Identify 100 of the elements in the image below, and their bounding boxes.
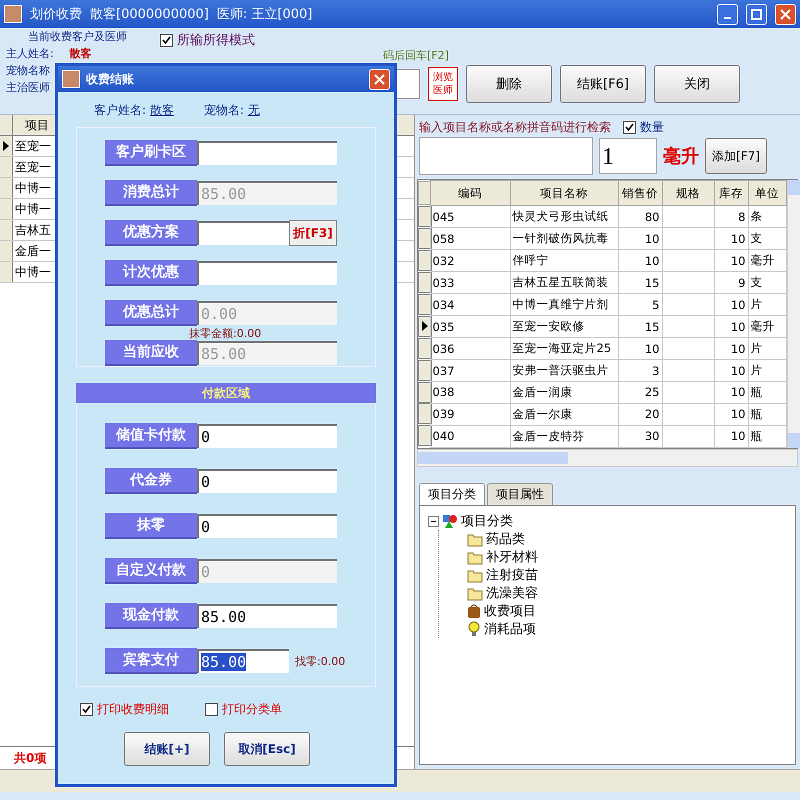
bulb-icon [467, 621, 481, 637]
maximize-icon [751, 8, 762, 20]
table-cell: 15 [618, 272, 662, 294]
column-header[interactable]: 项目名称 [510, 180, 618, 206]
table-cell: 安弗一普沃驱虫片 [510, 360, 618, 382]
scrollbar[interactable] [786, 180, 800, 448]
row-header[interactable] [418, 316, 432, 337]
note-text: 抹零金额:0.00 [189, 326, 262, 341]
table-cell: 片 [748, 338, 786, 360]
column-header[interactable]: 单位 [748, 180, 786, 206]
checkbox-label: 数量 [640, 119, 664, 136]
table-cell: 瓶 [748, 403, 786, 426]
tree-item[interactable]: 消耗品项 [484, 620, 536, 638]
minimize-icon [724, 17, 731, 19]
table-cell: 30 [618, 425, 662, 448]
table-cell: 支 [748, 228, 786, 250]
toolbar-button[interactable]: 结账[F6] [560, 65, 646, 103]
search-label: 输入项目名称或名称拼音码进行检索 [419, 119, 611, 136]
checkbox[interactable] [160, 34, 173, 46]
table-cell: 037 [430, 360, 510, 382]
checkbox[interactable] [205, 703, 218, 716]
quantity-field[interactable]: 1 [599, 138, 657, 174]
discount-button[interactable]: 折[F3] [289, 220, 337, 246]
table-cell: 片 [748, 360, 786, 382]
input-field[interactable] [197, 141, 337, 165]
folder-icon [467, 532, 483, 546]
window-title: 划价收费 [30, 6, 82, 23]
checkbox[interactable] [623, 121, 636, 134]
table-cell: 金盾一润康 [510, 382, 618, 404]
checkbox[interactable] [80, 703, 93, 716]
toolbar-button[interactable]: 删除 [466, 65, 552, 103]
field-label: 抹零 [105, 513, 197, 539]
table-cell: 3 [618, 360, 662, 382]
input-field[interactable] [197, 221, 289, 245]
search-field[interactable] [419, 137, 593, 175]
customer-label: 客户姓名: [94, 103, 146, 117]
table-cell: 10 [714, 403, 748, 426]
add-button[interactable]: 添加[F7] [705, 138, 767, 174]
collapse-toggle[interactable] [428, 516, 439, 526]
customer-link[interactable]: 散客 [150, 103, 174, 117]
app-icon [62, 70, 80, 88]
table-cell: 15 [618, 316, 662, 338]
field-label: 计次优惠 [105, 260, 197, 286]
tab[interactable]: 项目属性 [487, 483, 553, 505]
checkbox-label: 所输所得模式 [177, 32, 255, 49]
table-cell: 10 [714, 382, 748, 404]
input-field[interactable] [197, 261, 337, 285]
pet-label: 宠物名称 [6, 64, 50, 78]
column-header[interactable]: 销售价 [618, 180, 662, 206]
field-label: 代金券 [105, 468, 197, 494]
unit-text: 毫升 [663, 145, 699, 168]
table-cell: 中博一真维宁片剂 [510, 294, 618, 316]
table-cell: 片 [748, 294, 786, 316]
table-cell: 瓶 [748, 382, 786, 404]
tree-item[interactable]: 药品类 [486, 530, 525, 548]
shapes-icon [442, 513, 458, 529]
table-cell: 10 [714, 294, 748, 316]
field-label: 消费总计 [105, 180, 197, 206]
input-field[interactable]: 0 [197, 424, 337, 448]
scrollbar[interactable] [417, 449, 798, 467]
row-pointer-icon [3, 141, 9, 151]
tree-item[interactable]: 注射疫苗 [486, 566, 538, 584]
section-heading: 付款区域 [76, 383, 376, 403]
column-header[interactable]: 库存 [714, 180, 748, 206]
folder-icon [467, 568, 483, 582]
table-cell: 金盾一尔康 [510, 403, 618, 426]
tree-item[interactable]: 项目分类 [461, 512, 513, 530]
tab[interactable]: 项目分类 [419, 483, 485, 505]
table-cell: 033 [430, 272, 510, 294]
dialog-button[interactable]: 结账[+] [124, 732, 210, 766]
table-cell-text: 中博一 [14, 201, 51, 218]
input-field[interactable]: 85.00 [197, 649, 289, 673]
row-header[interactable] [0, 136, 13, 156]
field-label: 宾客支付 [105, 648, 197, 674]
tree-item[interactable]: 收费项目 [484, 602, 536, 620]
column-header[interactable]: 规格 [662, 180, 714, 206]
checkbox-label: 打印分类单 [222, 701, 282, 718]
table-cell: 条 [748, 206, 786, 228]
dialog-title: 收费结账 [86, 70, 134, 88]
table-cell: 10 [714, 228, 748, 250]
input-field[interactable]: 0 [197, 514, 337, 538]
table-cell: 10 [714, 250, 748, 272]
browse-doctor-button[interactable]: 浏览医师 [428, 67, 458, 101]
close-button[interactable] [369, 68, 390, 90]
dialog-button[interactable]: 取消[Esc] [224, 732, 310, 766]
tree-item[interactable]: 补牙材料 [486, 548, 538, 566]
minimize-button[interactable] [717, 4, 738, 24]
maximize-button[interactable] [746, 4, 767, 24]
toolbar-button[interactable]: 关闭 [654, 65, 740, 103]
table-cell: 034 [430, 294, 510, 316]
table-cell: 5 [618, 294, 662, 316]
column-header[interactable]: 编码 [430, 180, 510, 206]
pet-link[interactable]: 无 [248, 103, 260, 117]
table-cell: 10 [714, 316, 748, 338]
table-cell-text: 至宠一 [14, 159, 51, 176]
input-field[interactable]: 0 [197, 469, 337, 493]
close-button[interactable] [775, 4, 796, 24]
field-label: 储值卡付款 [105, 423, 197, 449]
input-field[interactable]: 85.00 [197, 604, 337, 628]
tree-item[interactable]: 洗澡美容 [486, 584, 538, 602]
